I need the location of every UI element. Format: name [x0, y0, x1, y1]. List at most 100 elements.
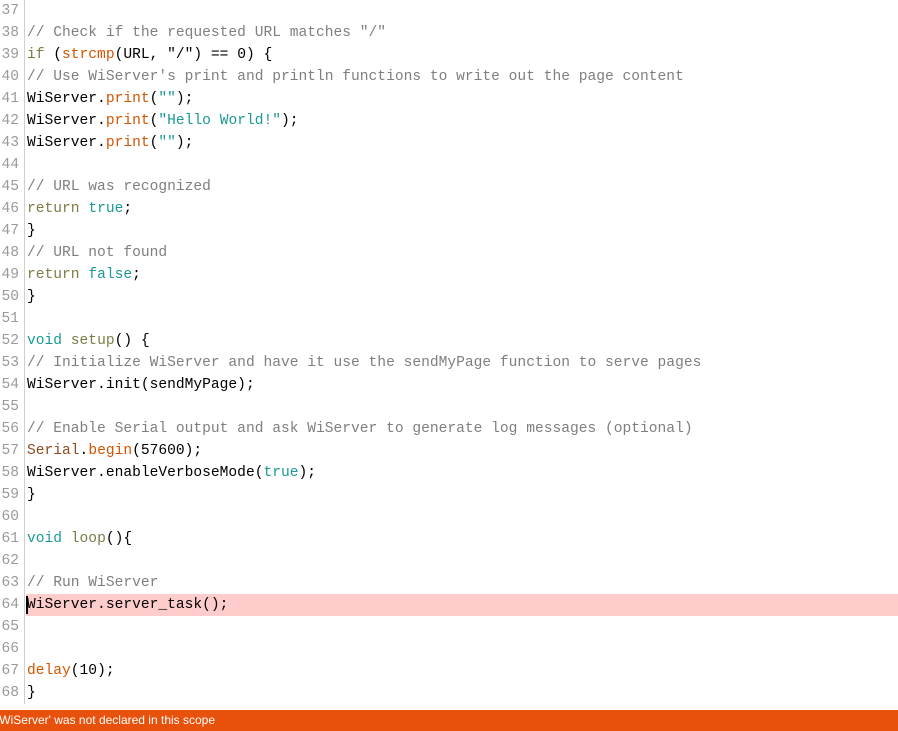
code-text[interactable]: Serial.begin(57600); — [26, 440, 898, 462]
status-bar: 'WiServer' was not declared in this scop… — [0, 710, 898, 731]
code-line[interactable]: 39 if (strcmp(URL, "/") == 0) { — [0, 44, 898, 66]
code-text[interactable] — [26, 308, 898, 330]
line-number: 45 — [1, 179, 19, 195]
code-line[interactable]: 65 — [0, 616, 898, 638]
code-line[interactable]: 50} — [0, 286, 898, 308]
code-text[interactable]: // Initialize WiServer and have it use t… — [26, 352, 898, 374]
code-line[interactable]: 56 // Enable Serial output and ask WiServ… — [0, 418, 898, 440]
code-text[interactable]: return false; — [26, 264, 898, 286]
code-text[interactable]: WiServer.server_task(); — [26, 594, 898, 616]
code-token-func: strcmp — [62, 47, 115, 63]
code-text[interactable]: // Use WiServer's print and println func… — [26, 66, 898, 88]
code-line[interactable]: 46 return true; — [0, 198, 898, 220]
code-line[interactable]: 38 // Check if the requested URL matches … — [0, 22, 898, 44]
code-text[interactable] — [26, 396, 898, 418]
line-number: 51 — [1, 311, 19, 327]
gutter-divider — [24, 0, 25, 22]
code-text[interactable]: } — [26, 286, 898, 308]
code-line[interactable]: 58 WiServer.enableVerboseMode(true); — [0, 462, 898, 484]
code-line[interactable]: 52 void setup() { — [0, 330, 898, 352]
code-text[interactable]: void loop(){ — [26, 528, 898, 550]
code-token-punct: (){ — [105, 531, 133, 547]
gutter-divider — [24, 528, 25, 550]
code-text[interactable]: // URL not found — [26, 242, 898, 264]
code-text[interactable]: WiServer.init(sendMyPage); — [26, 374, 898, 396]
code-token-type: void — [27, 333, 63, 349]
code-line[interactable]: 54 WiServer.init(sendMyPage); — [0, 374, 898, 396]
gutter-divider — [24, 110, 25, 132]
code-line[interactable]: 67 delay(10); — [0, 660, 898, 682]
code-text[interactable]: // URL was recognized — [26, 176, 898, 198]
code-text[interactable]: // Enable Serial output and ask WiServer… — [26, 418, 898, 440]
code-token-func: delay — [27, 663, 71, 679]
code-text[interactable]: // Run WiServer — [26, 572, 898, 594]
code-text[interactable]: delay(10); — [26, 660, 898, 682]
code-line[interactable]: 62 — [0, 550, 898, 572]
line-number: 38 — [1, 25, 19, 41]
gutter-divider — [24, 286, 25, 308]
code-line[interactable]: 49 return false; — [0, 264, 898, 286]
code-line[interactable]: 40 // Use WiServer's print and println fu… — [0, 66, 898, 88]
code-line[interactable]: 66 — [0, 638, 898, 660]
code-line[interactable]: 41 WiServer.print(""); — [0, 88, 898, 110]
code-text[interactable]: WiServer.print("Hello World!"); — [26, 110, 898, 132]
code-token-punct: ); — [281, 113, 299, 129]
code-line[interactable]: 61 void loop(){ — [0, 528, 898, 550]
code-text[interactable] — [26, 638, 898, 660]
code-token-comment: // Use WiServer's print and println func… — [27, 69, 684, 85]
code-line[interactable]: 37 — [0, 0, 898, 22]
code-token-punct: ); — [175, 135, 194, 151]
code-token-plain: (URL, — [114, 47, 168, 63]
code-token-plain: "/" — [167, 47, 194, 63]
code-text[interactable]: // Check if the requested URL matches "/… — [26, 22, 898, 44]
code-line[interactable]: 42 WiServer.print("Hello World!"); — [0, 110, 898, 132]
code-line[interactable]: 47} — [0, 220, 898, 242]
code-editor-area[interactable]: 37 38 // Check if the requested URL matche… — [0, 0, 898, 710]
code-text[interactable]: void setup() { — [26, 330, 898, 352]
code-line[interactable]: 53 // Initialize WiServer and have it use… — [0, 352, 898, 374]
code-text[interactable]: return true; — [26, 198, 898, 220]
code-line-list[interactable]: 37 38 // Check if the requested URL matche… — [0, 0, 898, 704]
code-text[interactable] — [26, 616, 898, 638]
code-line[interactable]: 44 — [0, 154, 898, 176]
line-number: 52 — [1, 333, 19, 349]
code-line[interactable]: 59} — [0, 484, 898, 506]
code-text[interactable] — [26, 550, 898, 572]
code-text[interactable]: WiServer.enableVerboseMode(true); — [26, 462, 898, 484]
code-line[interactable]: 63 // Run WiServer — [0, 572, 898, 594]
gutter-divider — [24, 308, 25, 330]
code-token-punct: () { — [114, 333, 150, 349]
code-line[interactable]: 51 — [0, 308, 898, 330]
code-text[interactable]: } — [26, 682, 898, 704]
code-text[interactable] — [26, 154, 898, 176]
line-number: 66 — [1, 641, 19, 657]
code-line[interactable]: 48 // URL not found — [0, 242, 898, 264]
code-line[interactable]: 60 — [0, 506, 898, 528]
code-token-comment: // URL was recognized — [27, 179, 211, 195]
line-number: 55 — [1, 399, 19, 415]
gutter-divider — [24, 330, 25, 352]
code-line[interactable]: 57 Serial.begin(57600); — [0, 440, 898, 462]
code-line[interactable]: 45 // URL was recognized — [0, 176, 898, 198]
code-text[interactable] — [26, 506, 898, 528]
code-text[interactable]: WiServer.print(""); — [26, 88, 898, 110]
code-line[interactable]: 68} — [0, 682, 898, 704]
code-text[interactable]: WiServer.print(""); — [26, 132, 898, 154]
code-text[interactable]: if (strcmp(URL, "/") == 0) { — [26, 44, 898, 66]
code-token-punct: ; — [132, 267, 141, 283]
code-text[interactable]: } — [26, 484, 898, 506]
gutter-divider — [24, 594, 25, 616]
code-token-punct: ( — [44, 47, 63, 63]
code-token-func: print — [105, 91, 150, 107]
gutter-divider — [24, 242, 25, 264]
code-line[interactable]: 64 WiServer.server_task(); — [0, 594, 898, 616]
line-number: 60 — [1, 509, 19, 525]
code-line[interactable]: 43 WiServer.print(""); — [0, 132, 898, 154]
code-token-func: print — [105, 135, 150, 151]
code-text[interactable] — [26, 0, 898, 22]
code-line[interactable]: 55 — [0, 396, 898, 418]
code-text[interactable]: } — [26, 220, 898, 242]
line-number: 54 — [1, 377, 19, 393]
